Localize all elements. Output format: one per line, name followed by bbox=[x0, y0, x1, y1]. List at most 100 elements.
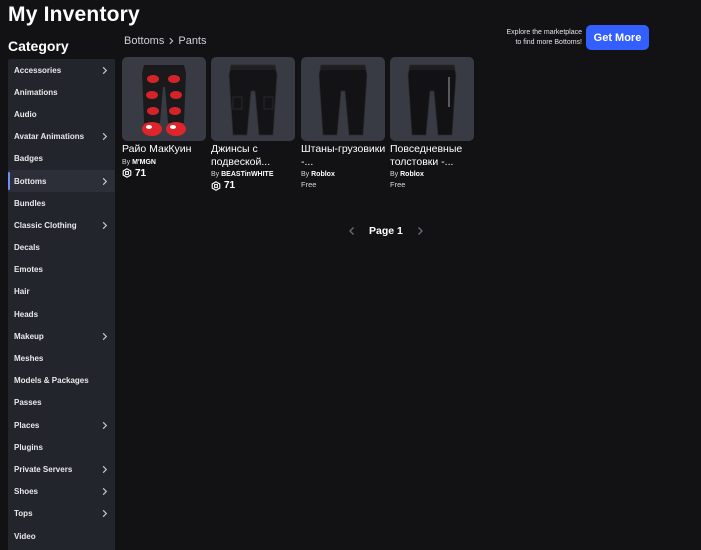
robux-icon bbox=[122, 168, 132, 178]
item-name[interactable]: Повседневные толстовки -... bbox=[390, 143, 475, 168]
sidebar-item-animations[interactable]: Animations bbox=[8, 81, 115, 103]
get-more-button[interactable]: Get More bbox=[586, 25, 649, 50]
sidebar-item-label: Heads bbox=[14, 309, 39, 319]
chevron-right-icon bbox=[102, 221, 108, 229]
sidebar-item-audio[interactable]: Audio bbox=[8, 103, 115, 125]
creator-name[interactable]: M'MGN bbox=[132, 159, 156, 166]
sidebar-item-meshes[interactable]: Meshes bbox=[8, 347, 115, 369]
sidebar-item-shoes[interactable]: Shoes bbox=[8, 481, 115, 503]
sidebar-item-tops[interactable]: Tops bbox=[8, 503, 115, 525]
item-thumbnail[interactable] bbox=[122, 57, 206, 141]
item-card[interactable]: Штаны-грузовики -... By Roblox Free bbox=[301, 57, 386, 189]
chevron-right-icon bbox=[102, 332, 108, 340]
sidebar-item-label: Animations bbox=[14, 87, 58, 97]
item-price: Free bbox=[390, 180, 475, 189]
item-price: 71 bbox=[122, 168, 207, 179]
sidebar-item-label: Tops bbox=[14, 509, 33, 519]
item-card[interactable]: Повседневные толстовки -... By Roblox Free bbox=[390, 57, 475, 189]
sidebar-item-plugins[interactable]: Plugins bbox=[8, 436, 115, 458]
sidebar-item-label: Bottoms bbox=[14, 176, 47, 186]
sidebar-item-hair[interactable]: Hair bbox=[8, 281, 115, 303]
category-sidebar: Accessories Animations Audio Avatar Animati… bbox=[8, 59, 115, 550]
breadcrumb: Bottoms Pants bbox=[124, 35, 207, 47]
item-name[interactable]: Штаны-грузовики -... bbox=[301, 143, 386, 168]
chevron-right-icon bbox=[102, 66, 108, 74]
chevron-right-icon bbox=[102, 421, 108, 429]
sidebar-item-heads[interactable]: Heads bbox=[8, 303, 115, 325]
sidebar-item-classic-clothing[interactable]: Classic Clothing bbox=[8, 214, 115, 236]
promo-line-1: Explore the marketplace bbox=[506, 29, 582, 36]
creator-name[interactable]: BEASTinWHITE bbox=[221, 171, 273, 178]
sidebar-item-makeup[interactable]: Makeup bbox=[8, 325, 115, 347]
item-card[interactable]: Райо МакКуин By M'MGN 71 bbox=[122, 57, 207, 179]
price-value: 71 bbox=[135, 167, 147, 179]
sidebar-item-bottoms[interactable]: Bottoms bbox=[8, 169, 115, 193]
price-value: Free bbox=[390, 180, 406, 189]
creator-by-label: By bbox=[301, 171, 310, 178]
sidebar-item-label: Badges bbox=[14, 154, 43, 164]
sidebar-item-passes[interactable]: Passes bbox=[8, 392, 115, 414]
breadcrumb-bottoms[interactable]: Bottoms bbox=[124, 35, 164, 47]
sidebar-item-places[interactable]: Places bbox=[8, 414, 115, 436]
black-cargo-pants-image bbox=[228, 64, 278, 136]
sidebar-item-label: Decals bbox=[14, 243, 40, 253]
sidebar-item-decals[interactable]: Decals bbox=[8, 237, 115, 259]
sidebar-item-badges[interactable]: Badges bbox=[8, 148, 115, 170]
sidebar-item-models-packages[interactable]: Models & Packages bbox=[8, 370, 115, 392]
sidebar-item-private-servers[interactable]: Private Servers bbox=[8, 458, 115, 480]
chevron-right-icon bbox=[102, 488, 108, 496]
sidebar-item-avatar-animations[interactable]: Avatar Animations bbox=[8, 126, 115, 148]
item-price: 71 bbox=[211, 180, 296, 191]
sidebar-item-label: Models & Packages bbox=[14, 376, 89, 386]
price-value: Free bbox=[301, 180, 317, 189]
creator-name[interactable]: Roblox bbox=[311, 171, 335, 178]
breadcrumb-pants: Pants bbox=[178, 35, 207, 47]
creator-name[interactable]: Roblox bbox=[400, 171, 424, 178]
sidebar-item-label: Passes bbox=[14, 398, 42, 408]
item-creator: By M'MGN bbox=[122, 159, 207, 166]
item-creator: By Roblox bbox=[390, 171, 475, 178]
sidebar-item-label: Accessories bbox=[14, 65, 62, 75]
chevron-right-icon bbox=[102, 510, 108, 518]
promo-text: Explore the marketplace to find more Bot… bbox=[470, 28, 582, 47]
sidebar-item-label: Video bbox=[14, 531, 36, 541]
creator-by-label: By bbox=[122, 158, 131, 166]
sidebar-item-video[interactable]: Video bbox=[8, 525, 115, 547]
creator-by-label: By bbox=[390, 171, 399, 178]
sidebar-item-label: Avatar Animations bbox=[14, 132, 85, 142]
sidebar-item-label: Private Servers bbox=[14, 464, 73, 474]
chevron-right-icon bbox=[102, 177, 108, 185]
category-heading: Category bbox=[8, 38, 69, 54]
next-page-icon[interactable] bbox=[415, 226, 425, 236]
sidebar-item-label: Places bbox=[14, 420, 40, 430]
sidebar-item-label: Shoes bbox=[14, 487, 39, 497]
item-name[interactable]: Райо МакКуин bbox=[122, 143, 207, 156]
item-thumbnail[interactable] bbox=[211, 57, 295, 141]
creator-by-label: By bbox=[211, 171, 220, 178]
sidebar-item-label: Meshes bbox=[14, 354, 44, 364]
black-joggers-image bbox=[407, 64, 457, 136]
sidebar-item-label: Emotes bbox=[14, 265, 43, 275]
item-thumbnail[interactable] bbox=[301, 57, 385, 141]
page-title: My Inventory bbox=[8, 3, 140, 26]
chevron-right-icon bbox=[169, 37, 174, 45]
item-price: Free bbox=[301, 180, 386, 189]
prev-page-icon[interactable] bbox=[347, 226, 357, 236]
sidebar-item-label: Makeup bbox=[14, 331, 44, 341]
sidebar-item-emotes[interactable]: Emotes bbox=[8, 259, 115, 281]
sidebar-item-label: Classic Clothing bbox=[14, 220, 77, 230]
item-name[interactable]: Джинсы с подвеской... bbox=[211, 143, 296, 168]
sidebar-item-bundles[interactable]: Bundles bbox=[8, 192, 115, 214]
sidebar-item-label: Audio bbox=[14, 109, 37, 119]
sidebar-item-label: Bundles bbox=[14, 198, 46, 208]
sidebar-item-accessories[interactable]: Accessories bbox=[8, 59, 115, 81]
robux-icon bbox=[211, 180, 221, 191]
inventory-page: My Inventory Category Accessories Animati… bbox=[0, 0, 701, 550]
item-creator: By Roblox bbox=[301, 171, 386, 178]
sidebar-item-label: Hair bbox=[14, 287, 30, 297]
item-creator: By BEASTinWHITE bbox=[211, 171, 296, 178]
item-thumbnail[interactable] bbox=[390, 57, 474, 141]
page-indicator: Page 1 bbox=[369, 225, 403, 237]
item-card[interactable]: Джинсы с подвеской... By BEASTinWHITE 71 bbox=[211, 57, 296, 191]
black-pants-image bbox=[318, 64, 368, 136]
